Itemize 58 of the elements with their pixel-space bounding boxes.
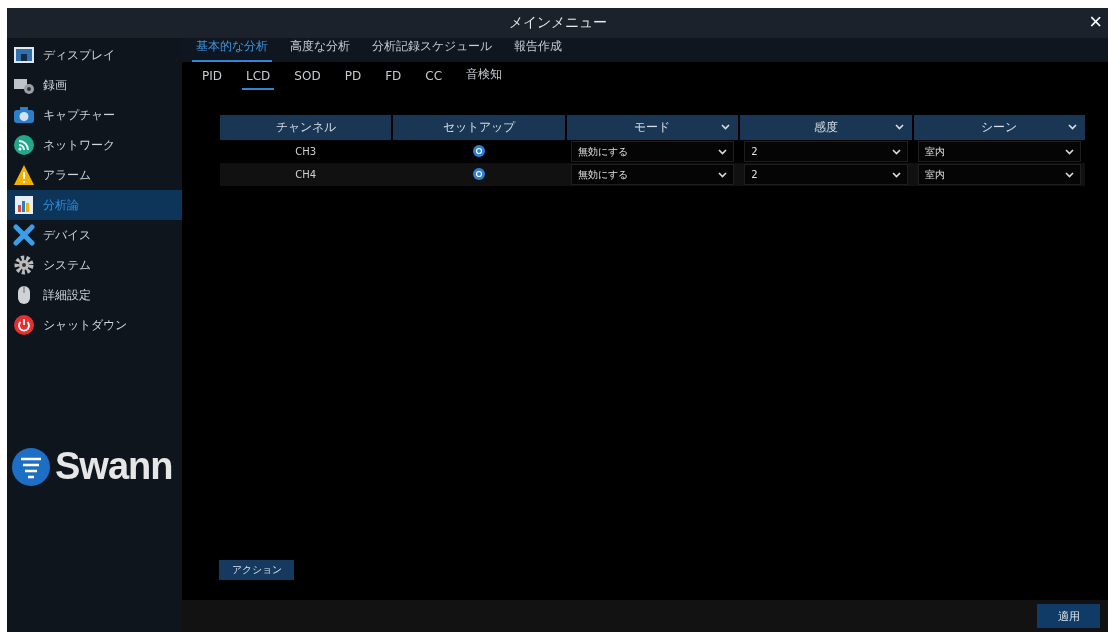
caret-icon [1068, 124, 1077, 130]
column-header[interactable]: モード [566, 115, 739, 140]
sidebar-item[interactable]: デバイス [7, 220, 182, 250]
sidebar-item[interactable]: ネットワーク [7, 130, 182, 160]
power-icon [13, 314, 35, 336]
sidebar-item[interactable]: システム [7, 250, 182, 280]
sidebar-item[interactable]: アラーム [7, 160, 182, 190]
close-button[interactable]: × [1085, 10, 1106, 34]
chevron-icon [891, 171, 901, 178]
window-title: メインメニュー [508, 14, 607, 32]
sub-tab[interactable]: FD [381, 69, 406, 90]
sidebar-item[interactable]: キャプチャー [7, 100, 182, 130]
monitor-icon [13, 44, 35, 66]
sidebar-item[interactable]: 録画 [7, 70, 182, 100]
sidebar-item[interactable]: シャットダウン [7, 310, 182, 340]
chevron-icon [891, 148, 901, 155]
sub-tab[interactable]: PD [340, 69, 366, 90]
warning-icon [13, 164, 35, 186]
column-header[interactable]: シーン [913, 115, 1085, 140]
chevron-icon [1065, 171, 1074, 178]
sidebar-item[interactable]: 詳細設定 [7, 280, 182, 310]
chevron-icon [718, 171, 728, 178]
sidebar-item[interactable]: 分析論 [7, 190, 182, 220]
gear-icon [13, 254, 35, 276]
sidebar-item[interactable]: ディスプレイ [7, 40, 182, 70]
column-header: セットアップ [393, 115, 565, 140]
settings-icon[interactable] [473, 144, 486, 157]
column-header[interactable]: 感度 [740, 115, 912, 140]
logo-text: Swann [55, 445, 173, 488]
caret-icon [894, 124, 904, 130]
table-cell-text: CH4 [294, 169, 318, 180]
apply-button[interactable]: 適用 [1037, 604, 1100, 628]
mode-select[interactable]: 無効にする [570, 164, 735, 185]
sub-tab[interactable]: PID [198, 69, 226, 90]
scene-select[interactable]: 室内 [917, 164, 1081, 185]
sensitivity-select[interactable]: 2 [744, 164, 908, 185]
sub-tab[interactable]: SOD [290, 69, 325, 90]
settings-icon[interactable] [473, 167, 486, 180]
chevron-icon [1065, 148, 1074, 155]
table-cell-text: CH3 [294, 146, 318, 157]
mode-select[interactable]: 無効にする [570, 141, 735, 162]
action-button[interactable]: アクション [219, 560, 294, 580]
tab[interactable]: 報告作成 [510, 38, 566, 62]
tab[interactable]: 基本的な分析 [192, 38, 272, 62]
camera-icon [13, 104, 35, 126]
caret-icon [721, 124, 731, 130]
chart-icon [13, 194, 35, 216]
wifi-icon [13, 134, 35, 156]
sub-tab[interactable]: 音検知 [462, 66, 507, 90]
logo-icon [11, 446, 51, 487]
scene-select[interactable]: 室内 [917, 141, 1081, 162]
tab[interactable]: 高度な分析 [286, 38, 354, 62]
column-header: チャンネル [220, 115, 392, 140]
sensitivity-select[interactable]: 2 [744, 141, 908, 162]
chevron-icon [718, 148, 728, 155]
sub-tab[interactable]: LCD [242, 69, 275, 90]
sub-tab[interactable]: CC [421, 69, 447, 90]
tab[interactable]: 分析記録スケジュール [368, 38, 496, 62]
